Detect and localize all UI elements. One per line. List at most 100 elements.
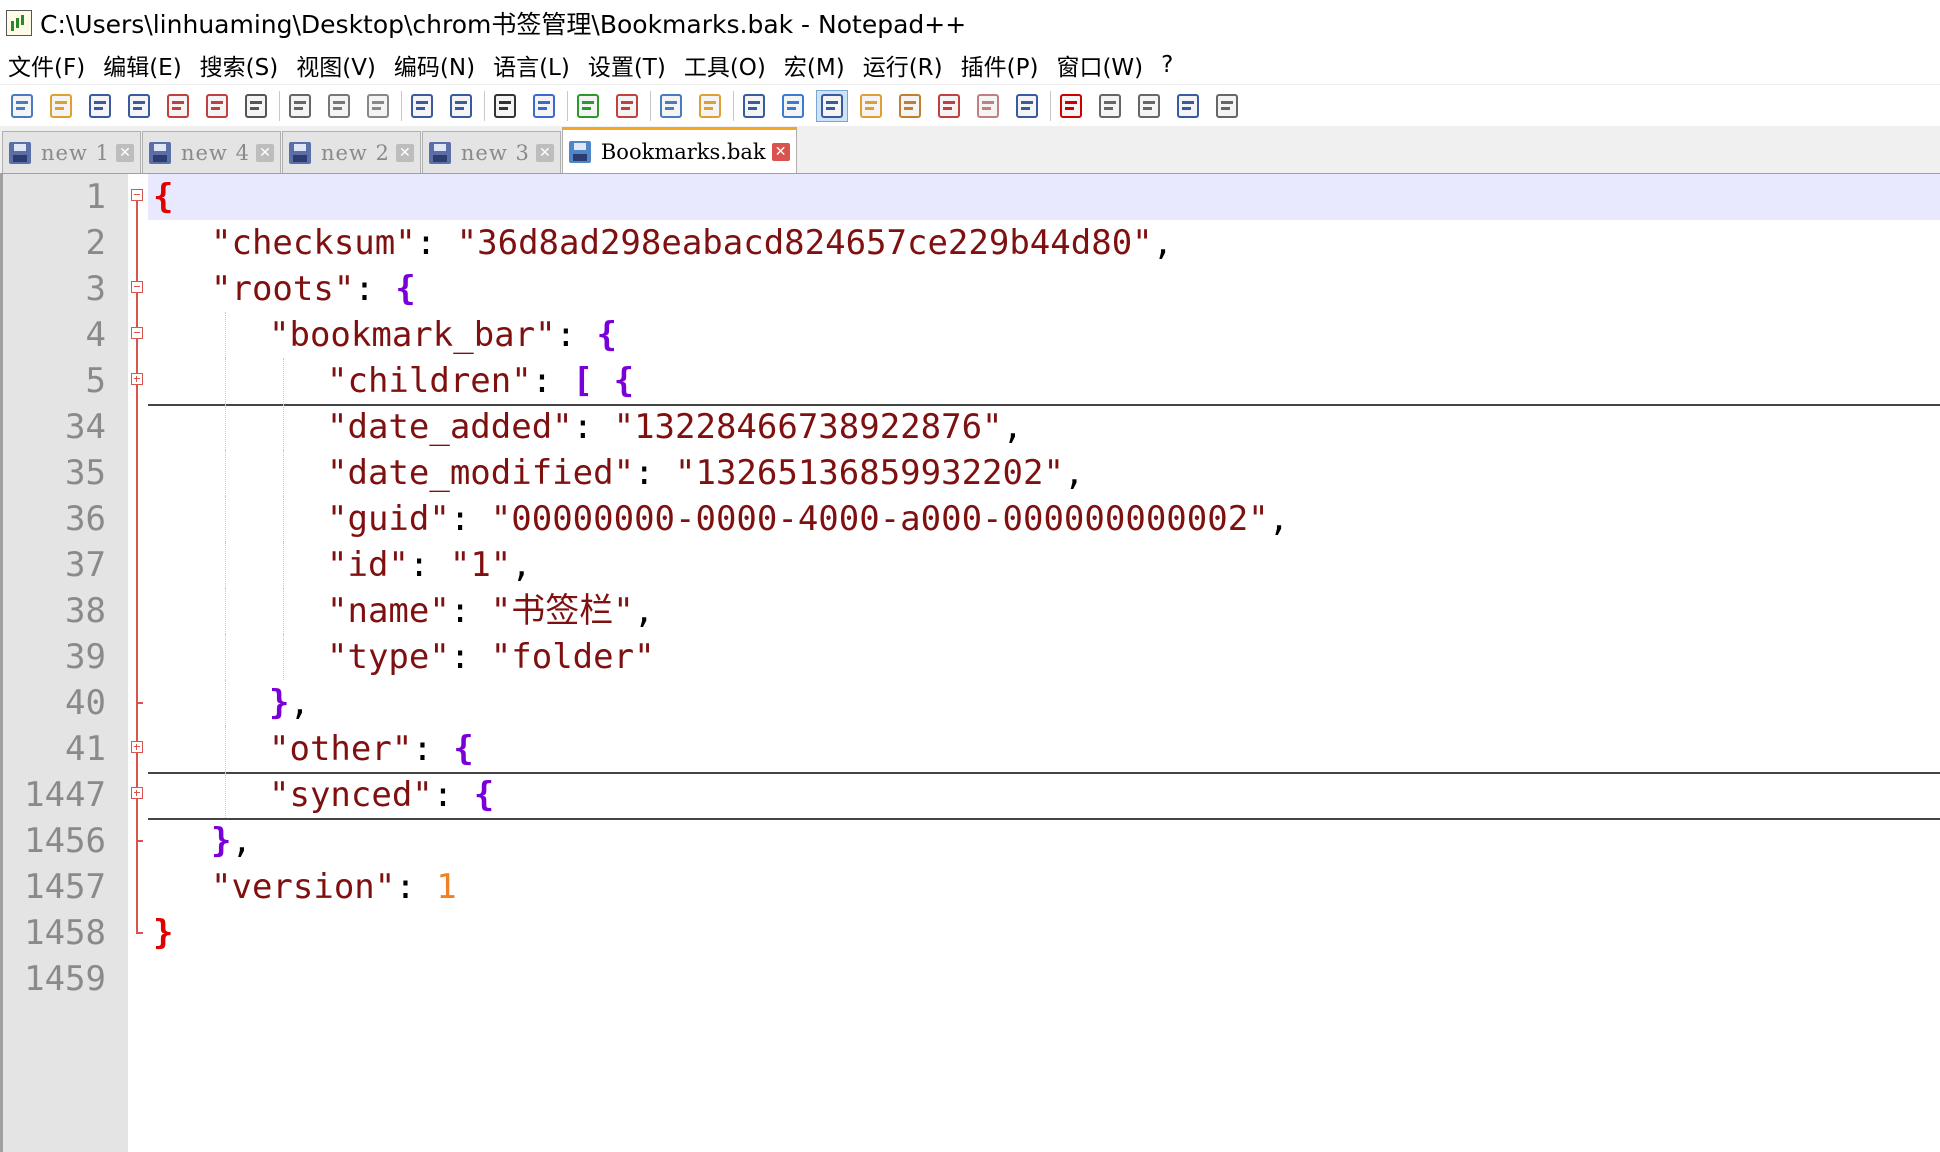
menu-item-3[interactable]: 视图(V) bbox=[288, 48, 384, 82]
code-line[interactable]: 4 "bookmark_bar": { bbox=[86, 312, 1940, 358]
code-line[interactable]: 1{ bbox=[86, 174, 1940, 220]
code-line[interactable]: 1459 bbox=[24, 956, 1940, 1002]
code-line[interactable]: 36 "guid": "00000000-0000-4000-a000-00000… bbox=[65, 496, 1940, 542]
menu-item-0[interactable]: 文件(F) bbox=[0, 48, 93, 82]
fold-line bbox=[136, 358, 138, 373]
show-all-characters-icon[interactable] bbox=[777, 90, 809, 122]
code-line[interactable]: 38 "name": "书签栏", bbox=[65, 588, 1940, 634]
menu-item-7[interactable]: 工具(O) bbox=[676, 48, 774, 82]
menu-item-9[interactable]: 运行(R) bbox=[855, 48, 951, 82]
code-token: "36d8ad298eabacd824657ce229b44d80" bbox=[456, 223, 1153, 263]
code-area[interactable]: 1{2 "checksum": "36d8ad298eabacd824657ce2… bbox=[24, 174, 1940, 1152]
save-macro-icon[interactable] bbox=[1211, 90, 1243, 122]
menu-item-1[interactable]: 编辑(E) bbox=[95, 48, 189, 82]
redo-icon[interactable] bbox=[445, 90, 477, 122]
replace-icon[interactable] bbox=[528, 90, 560, 122]
tab-close-icon[interactable]: ✕ bbox=[771, 142, 790, 161]
code-line[interactable]: 40}, bbox=[65, 680, 1940, 726]
code-line[interactable]: 34 "date_added": "13228466738922876", bbox=[65, 404, 1940, 450]
menu-item-2[interactable]: 搜索(S) bbox=[192, 48, 287, 82]
print-icon[interactable] bbox=[240, 90, 272, 122]
tab-3[interactable]: new 3 ✕ bbox=[421, 131, 561, 173]
menu-item-11[interactable]: 窗口(W) bbox=[1048, 48, 1151, 82]
menu-item-10[interactable]: 插件(P) bbox=[953, 48, 1047, 82]
fold-expand-icon[interactable] bbox=[131, 373, 143, 385]
toolbar-separator bbox=[650, 90, 651, 121]
tab-close-icon[interactable]: ✕ bbox=[115, 143, 134, 162]
code-line[interactable]: 1456}, bbox=[24, 818, 1940, 864]
line-number: 1447 bbox=[24, 775, 106, 815]
editor[interactable]: 1{2 "checksum": "36d8ad298eabacd824657ce2… bbox=[0, 174, 1940, 1152]
code-line[interactable]: 1447 "synced": { bbox=[24, 772, 1940, 820]
record-macro-icon[interactable] bbox=[1055, 90, 1087, 122]
fold-line bbox=[136, 339, 138, 358]
word-wrap-icon[interactable] bbox=[738, 90, 770, 122]
menu-item-8[interactable]: 宏(M) bbox=[776, 48, 853, 82]
tab-close-icon[interactable]: ✕ bbox=[535, 143, 554, 162]
code-line[interactable]: 37 "id": "1", bbox=[65, 542, 1940, 588]
user-defined-language-icon[interactable] bbox=[855, 90, 887, 122]
function-list-icon[interactable] bbox=[933, 90, 965, 122]
tab-0[interactable]: new 1 ✕ bbox=[2, 131, 141, 173]
fold-margin[interactable] bbox=[128, 174, 148, 1152]
code-text: }, bbox=[211, 818, 252, 864]
code-line[interactable]: 39 "type": "folder" bbox=[65, 634, 1940, 680]
cut-icon[interactable] bbox=[284, 90, 316, 122]
code-line[interactable]: 5 "children": [ { bbox=[86, 358, 1940, 406]
code-token: "13228466738922876" bbox=[613, 407, 1003, 447]
menu-item-6[interactable]: 设置(T) bbox=[580, 48, 674, 82]
stop-record-icon[interactable] bbox=[1094, 90, 1126, 122]
code-token: { bbox=[395, 269, 416, 309]
code-line[interactable]: 3 "roots": { bbox=[86, 266, 1940, 312]
code-token: "guid" bbox=[327, 499, 450, 539]
code-line[interactable]: 2 "checksum": "36d8ad298eabacd824657ce229… bbox=[86, 220, 1940, 266]
fold-line bbox=[136, 266, 138, 281]
tab-close-icon[interactable]: ✕ bbox=[255, 143, 274, 162]
close-all-icon[interactable] bbox=[201, 90, 233, 122]
code-line[interactable]: 1458} bbox=[24, 910, 1940, 956]
undo-icon[interactable] bbox=[406, 90, 438, 122]
code-token: "version" bbox=[211, 867, 396, 907]
indent-guide bbox=[283, 542, 284, 588]
menu-item-4[interactable]: 编码(N) bbox=[386, 48, 483, 82]
code-line[interactable]: 41 "other": { bbox=[65, 726, 1940, 774]
menu-item-5[interactable]: 语言(L) bbox=[485, 48, 578, 82]
run-macro-multiple-icon[interactable] bbox=[1172, 90, 1204, 122]
code-token: "type" bbox=[327, 637, 450, 677]
code-line[interactable]: 35 "date_modified": "13265136859932202", bbox=[65, 450, 1940, 496]
open-file-icon[interactable] bbox=[45, 90, 77, 122]
indent-guide-icon[interactable] bbox=[816, 89, 848, 122]
file-saved-icon bbox=[288, 141, 311, 164]
save-all-icon[interactable] bbox=[123, 90, 155, 122]
document-map-icon[interactable] bbox=[894, 90, 926, 122]
fold-collapse-icon[interactable] bbox=[131, 189, 143, 201]
fold-expand-icon[interactable] bbox=[131, 741, 143, 753]
line-number: 1 bbox=[85, 177, 106, 217]
code-line[interactable]: 1457 "version": 1 bbox=[24, 864, 1940, 910]
folder-as-workspace-icon[interactable] bbox=[972, 90, 1004, 122]
menu-item-12[interactable]: ? bbox=[1153, 52, 1181, 78]
zoom-in-icon[interactable] bbox=[572, 90, 604, 122]
new-file-icon[interactable] bbox=[6, 90, 38, 122]
fold-end bbox=[136, 910, 143, 934]
monitoring-icon[interactable] bbox=[1011, 90, 1043, 122]
copy-icon[interactable] bbox=[323, 90, 355, 122]
fold-collapse-icon[interactable] bbox=[131, 327, 143, 339]
zoom-out-icon[interactable] bbox=[611, 90, 643, 122]
playback-macro-icon[interactable] bbox=[1133, 90, 1165, 122]
sync-horizontal-icon[interactable] bbox=[694, 90, 726, 122]
fold-line bbox=[136, 542, 138, 588]
fold-end bbox=[136, 680, 143, 726]
fold-expand-icon[interactable] bbox=[131, 787, 143, 799]
paste-icon[interactable] bbox=[362, 90, 394, 122]
code-token: : bbox=[395, 867, 437, 907]
close-icon[interactable] bbox=[162, 90, 194, 122]
find-icon[interactable] bbox=[489, 90, 521, 122]
tab-close-icon[interactable]: ✕ bbox=[395, 143, 414, 162]
sync-vertical-icon[interactable] bbox=[655, 90, 687, 122]
fold-collapse-icon[interactable] bbox=[131, 281, 143, 293]
tab-1[interactable]: new 4 ✕ bbox=[141, 131, 281, 173]
tab-4[interactable]: Bookmarks.bak ✕ bbox=[561, 127, 797, 173]
save-icon[interactable] bbox=[84, 90, 116, 122]
tab-2[interactable]: new 2 ✕ bbox=[281, 131, 421, 173]
